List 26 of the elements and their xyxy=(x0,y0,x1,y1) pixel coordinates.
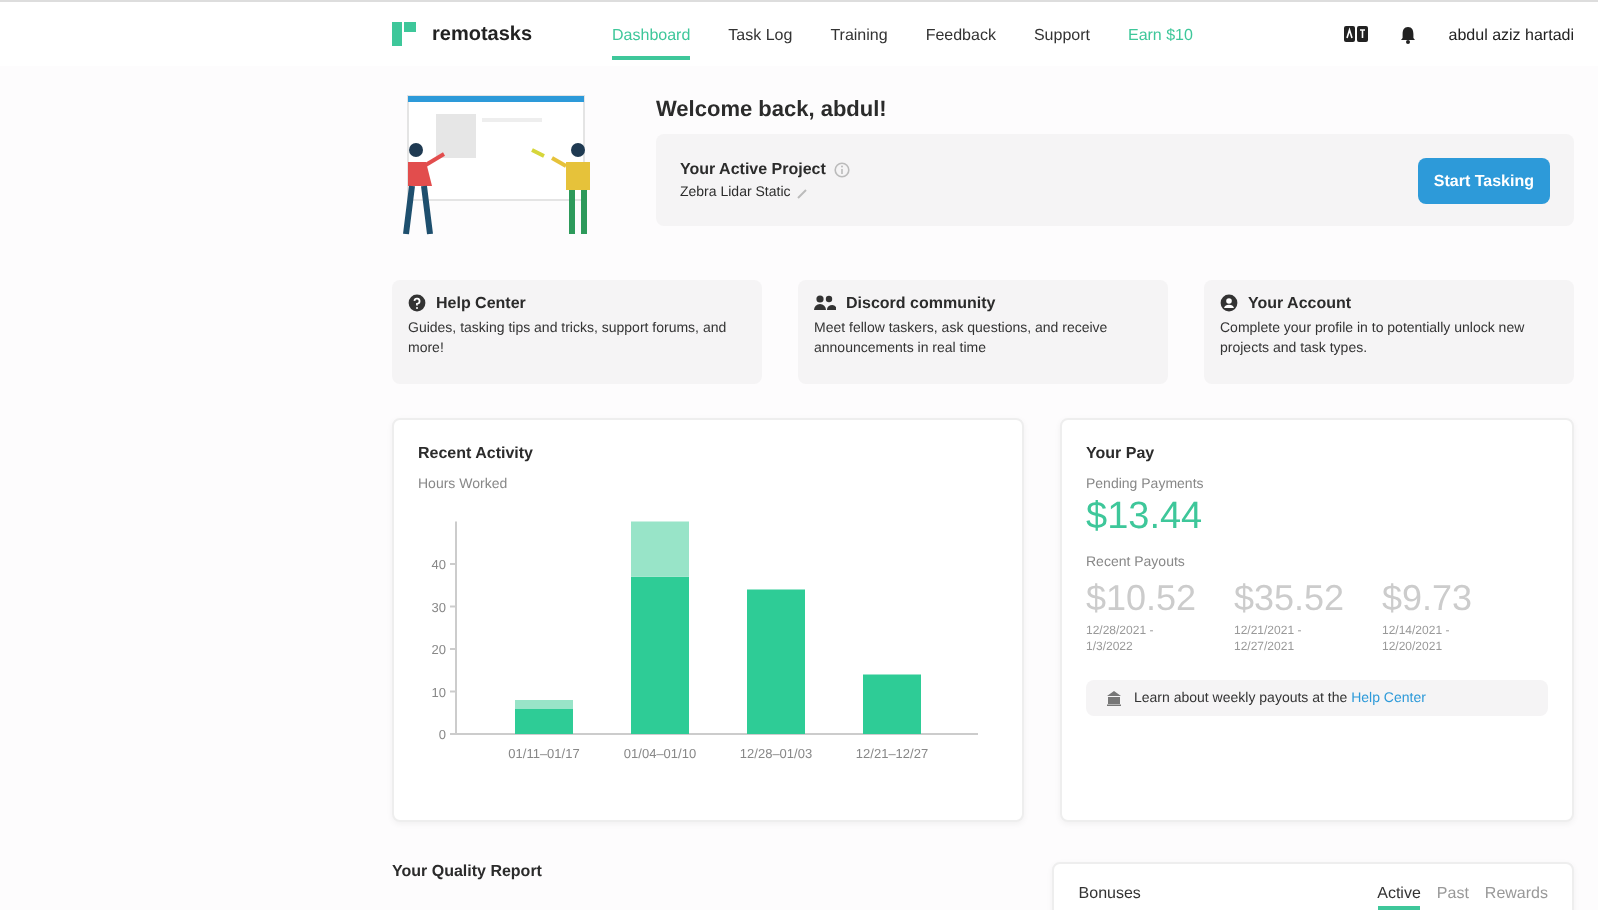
welcome-heading: Welcome back, abdul! xyxy=(656,98,889,122)
panel-title: Bonuses xyxy=(1078,884,1141,902)
panel-title: Recent Activity xyxy=(418,444,535,462)
brand-name: remotasks xyxy=(432,23,533,45)
user-name[interactable]: abdul aziz hartadi xyxy=(1448,25,1574,43)
people-icon xyxy=(814,294,836,312)
nav-link[interactable]: Task Log xyxy=(728,9,793,59)
card-title: Discord community xyxy=(846,294,996,312)
info-icon xyxy=(833,161,850,177)
pending-amount: $13.44 xyxy=(1086,496,1205,540)
logo-icon xyxy=(392,22,416,46)
card-title: Help Center xyxy=(436,294,526,312)
nav-link[interactable]: Training xyxy=(830,9,888,59)
bonus-tab[interactable]: Active xyxy=(1377,884,1421,910)
active-project-title: Your Active Project xyxy=(680,160,826,178)
pencil-icon xyxy=(796,187,809,199)
card-title: Your Account xyxy=(1248,294,1352,312)
nav-link[interactable]: Feedback xyxy=(925,9,996,59)
bank-icon xyxy=(1106,690,1122,706)
user-circle-icon xyxy=(1220,294,1238,312)
language-icon xyxy=(1344,26,1369,42)
section-title: Your Quality Report xyxy=(392,860,544,884)
panel-title: Your Pay xyxy=(1086,444,1157,462)
nav-link[interactable]: Support xyxy=(1033,9,1090,59)
help-icon xyxy=(408,294,426,312)
bell-icon xyxy=(1400,25,1417,43)
